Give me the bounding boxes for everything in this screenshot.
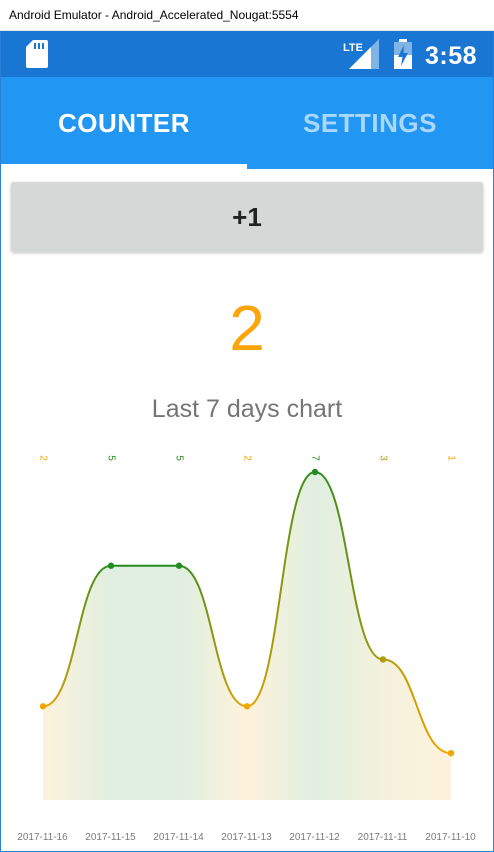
chart-point-2017-11-12 — [311, 468, 319, 476]
chart-value-label-2017-11-15: 5 — [106, 455, 117, 461]
chart-point-2017-11-11 — [379, 656, 387, 663]
tab-bar: COUNTER SETTINGS — [1, 77, 493, 169]
chart-value-label-2017-11-11: 3 — [378, 455, 389, 461]
chart-area-fill — [43, 472, 451, 800]
status-clock: 3:58 — [425, 42, 478, 70]
chart-value-label-2017-11-16: 2 — [38, 455, 49, 461]
lte-label: LTE — [343, 42, 363, 54]
battery-charging-icon — [394, 39, 412, 69]
increment-button[interactable]: +1 — [11, 182, 483, 252]
chart-point-2017-11-16 — [39, 703, 47, 710]
chart-point-2017-11-15 — [107, 562, 115, 569]
chart-title: Last 7 days chart — [151, 395, 343, 423]
status-bar: LTE 3:58 — [1, 31, 493, 77]
chart-point-2017-11-10 — [447, 749, 455, 757]
chart-point-2017-11-14 — [175, 562, 183, 569]
lte-signal-icon: LTE — [343, 39, 379, 69]
window-title: Android Emulator - Android_Accelerated_N… — [9, 8, 299, 22]
sd-card-icon — [26, 40, 48, 68]
chart-x-tick-label-2017-11-10: 2017-11-10 — [425, 832, 476, 843]
chart-value-label-2017-11-14: 5 — [174, 455, 185, 461]
chart-point-2017-11-13 — [243, 703, 251, 710]
window-titlebar: Android Emulator - Android_Accelerated_N… — [0, 0, 494, 31]
chart-value-label-2017-11-13: 2 — [242, 455, 253, 461]
chart-x-tick-label-2017-11-13: 2017-11-13 — [221, 832, 272, 843]
tab-counter[interactable]: COUNTER — [1, 77, 247, 169]
chart-x-tick-label-2017-11-12: 2017-11-12 — [289, 832, 340, 843]
chart-x-tick-label-2017-11-11: 2017-11-11 — [358, 832, 408, 843]
selected-tab-indicator — [1, 164, 247, 169]
chart-value-label-2017-11-10: 1 — [446, 455, 457, 461]
chart-x-tick-label-2017-11-16: 2017-11-16 — [17, 832, 68, 843]
chart-x-tick-label-2017-11-15: 2017-11-15 — [85, 832, 136, 843]
counter-value: 2 — [229, 292, 265, 364]
chart-x-tick-label-2017-11-14: 2017-11-14 — [153, 832, 204, 843]
tab-settings[interactable]: SETTINGS — [247, 77, 493, 169]
chart: 2 5 5 2 7 3 1 2017-11-16 2017-11-15 2017-11-14 20… — [17, 455, 476, 843]
chart-value-label-2017-11-12: 7 — [310, 455, 321, 461]
